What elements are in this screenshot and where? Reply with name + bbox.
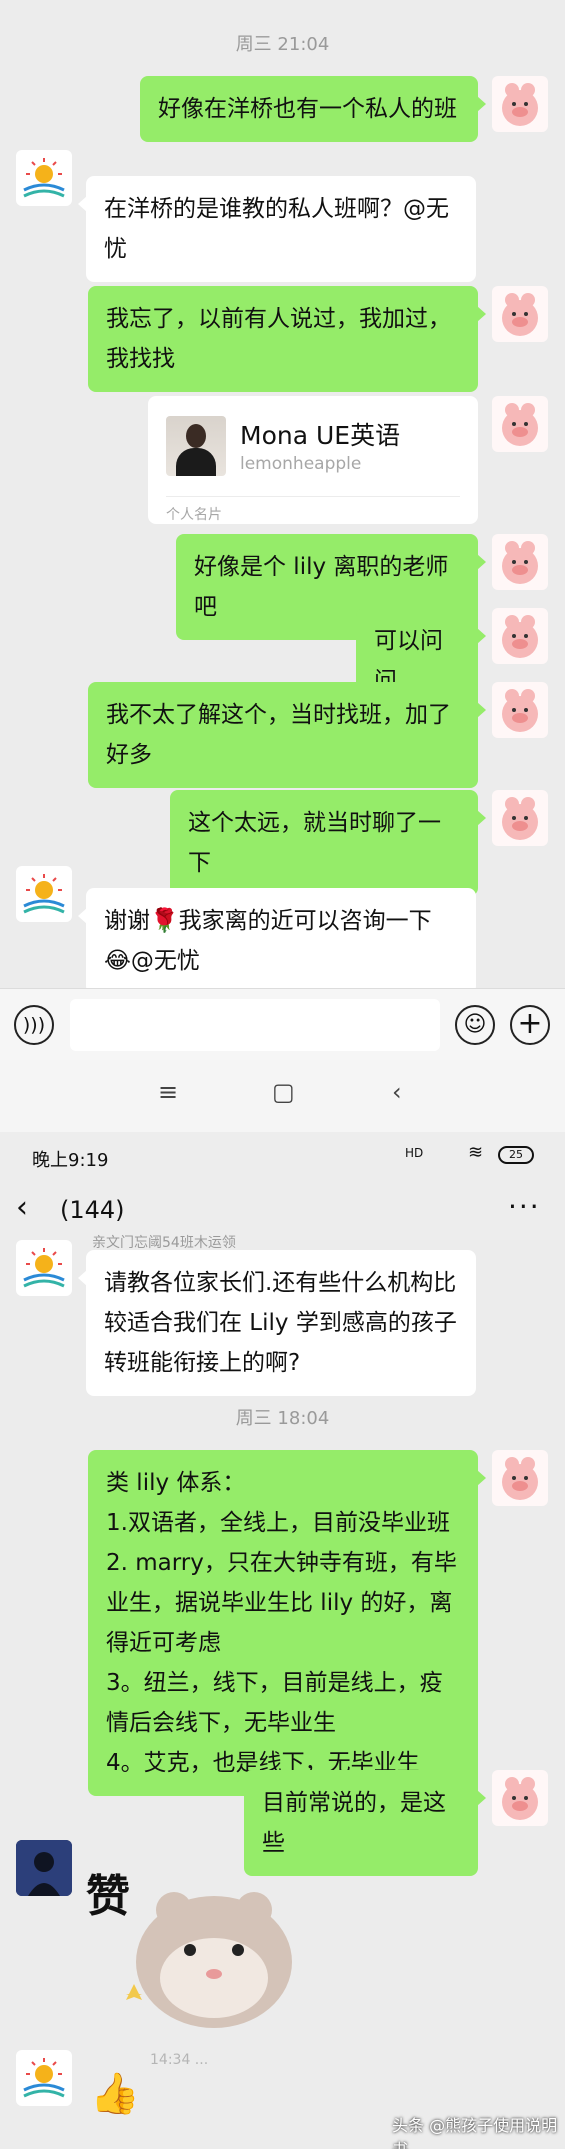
message-bubble[interactable]: 我忘了，以前有人说过，我加过，我找找	[88, 286, 486, 392]
pig-avatar[interactable]	[492, 608, 548, 664]
message-bubble[interactable]: 好像在洋桥也有一个私人的班	[140, 76, 486, 142]
message-line: 3。纽兰，线下，目前是线上，疫情后会线下，无毕业生	[106, 1670, 443, 1736]
message-input[interactable]	[70, 999, 440, 1051]
contact-name: Mona UE英语	[240, 421, 401, 450]
sun-logo-avatar[interactable]	[16, 1240, 72, 1296]
contact-card[interactable]: Mona UE英语 lemonheapple 个人名片	[148, 396, 478, 524]
timestamp: 周三 21:04	[235, 34, 330, 55]
pig-avatar[interactable]	[492, 682, 548, 738]
message-line: 2. marry，只在大钟寺有班，有毕业生，据说毕业生比 lily 的好，离得近…	[106, 1550, 457, 1656]
pig-avatar[interactable]	[492, 76, 548, 132]
system-navigation-bar: ≡ ▢ ‹	[0, 1060, 565, 1132]
user-avatar[interactable]	[16, 1840, 72, 1896]
card-type-label: 个人名片	[166, 507, 222, 523]
back-arrow-icon[interactable]: ‹	[16, 1190, 28, 1225]
message-line: 类 lily 体系：	[106, 1470, 246, 1496]
sticker-text: 赞	[86, 1871, 130, 1922]
home-icon[interactable]: ▢	[272, 1078, 295, 1106]
status-time: 晚上9:19	[32, 1150, 109, 1171]
sticker-image[interactable]: 赞	[86, 1850, 306, 2040]
chat-title: (144)	[60, 1196, 125, 1224]
chat-header: ‹ (144) ···	[0, 1182, 565, 1240]
signal-icon: HD	[405, 1146, 424, 1160]
menu-icon[interactable]: ≡	[158, 1078, 178, 1106]
chat-input-bar: ))) ☺ +	[0, 988, 565, 1060]
message-bubble[interactable]: 请教各位家长们.还有些什么机构比较适合我们在 Lily 学到感高的孩子转班能衔接…	[78, 1250, 476, 1396]
timestamp: 周三 18:04	[235, 1408, 330, 1429]
pig-avatar[interactable]	[492, 396, 548, 452]
message-line: 1.双语者，全线上，目前没毕业班	[106, 1510, 450, 1536]
pig-avatar[interactable]	[492, 534, 548, 590]
message-bubble[interactable]: 我不太了解这个，当时找班，加了好多	[88, 682, 486, 788]
status-bar: 晚上9:19 HD ≋ 25	[0, 1132, 565, 1182]
voice-icon[interactable]: )))	[14, 1005, 54, 1045]
back-nav-icon[interactable]: ‹	[392, 1078, 402, 1106]
message-bubble[interactable]: 类 lily 体系： 1.双语者，全线上，目前没毕业班 2. marry，只在大…	[88, 1450, 486, 1796]
message-bubble[interactable]: 这个太远，就当时聊了一下	[170, 790, 486, 896]
sun-logo-avatar[interactable]	[16, 150, 72, 206]
message-bubble[interactable]: 在洋桥的是谁教的私人班啊？@无忧	[78, 176, 476, 282]
sun-logo-avatar[interactable]	[16, 866, 72, 922]
emoji-icon[interactable]: ☺	[455, 1005, 495, 1045]
pig-avatar[interactable]	[492, 790, 548, 846]
contact-id: lemonheapple	[240, 454, 362, 474]
wifi-icon: ≋	[468, 1142, 484, 1163]
pig-avatar[interactable]	[492, 286, 548, 342]
battery-icon: 25	[498, 1146, 534, 1164]
watermark: 头条 @熊孩子使用说明书	[392, 2116, 558, 2149]
faded-header-text: 亲文门忘阈54班木运领	[92, 1235, 236, 1251]
pig-avatar[interactable]	[492, 1770, 548, 1826]
message-bubble[interactable]: 谢谢🌹我家离的近可以咨询一下😂@无忧	[78, 888, 476, 994]
pig-avatar[interactable]	[492, 1450, 548, 1506]
contact-photo	[166, 416, 226, 476]
plus-icon[interactable]: +	[510, 1005, 550, 1045]
thumbs-up-icon[interactable]: 👍	[90, 2070, 140, 2117]
card-divider	[166, 496, 460, 497]
more-icon[interactable]: ···	[508, 1190, 541, 1223]
faded-time: 14:34 ...	[150, 2052, 209, 2068]
sun-logo-avatar[interactable]	[16, 2050, 72, 2106]
